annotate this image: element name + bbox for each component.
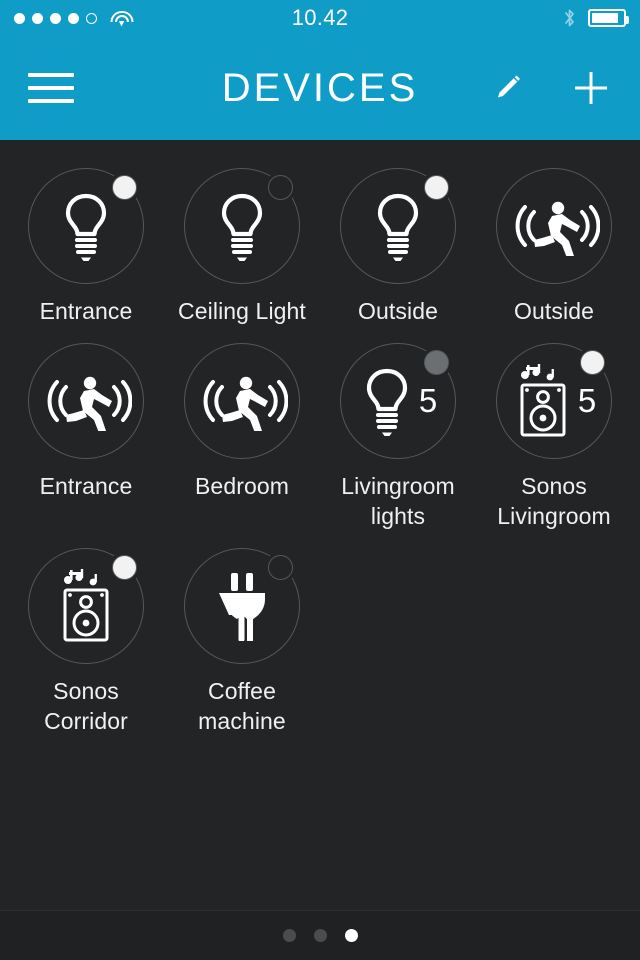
device-tile[interactable]: Outside [320, 168, 476, 327]
device-icon-wrap [58, 190, 114, 262]
device-count: 5 [418, 382, 438, 420]
device-ring[interactable] [340, 168, 456, 284]
power-plug-icon [219, 572, 265, 641]
device-label: Outside [358, 298, 438, 324]
device-tile[interactable]: Sonos Corridor [8, 547, 164, 737]
device-icon-wrap [508, 196, 600, 256]
page-dot[interactable] [313, 929, 327, 942]
device-ring[interactable]: 5 [496, 342, 612, 459]
device-tile[interactable]: Coffee machine [164, 547, 320, 737]
lightbulb-icon [65, 193, 107, 261]
lightbulb-icon [366, 368, 407, 436]
nav-actions [486, 65, 614, 111]
speaker-icon [520, 363, 566, 437]
device-label: Livingroom lights [341, 472, 455, 530]
device-ring[interactable] [496, 168, 612, 284]
status-toggle-dot[interactable] [112, 554, 137, 580]
motion-sensor-icon [203, 376, 288, 431]
device-tile[interactable]: Ceiling Light [164, 168, 320, 327]
status-bar: 10.42 [0, 0, 640, 36]
device-label: Ceiling Light [178, 298, 306, 324]
hamburger-menu-icon[interactable] [28, 73, 74, 103]
status-bar-right [563, 8, 629, 28]
device-ring[interactable] [184, 547, 300, 664]
device-label: Entrance [39, 472, 133, 499]
motion-sensor-icon [47, 376, 132, 431]
status-toggle-dot[interactable] [580, 349, 605, 375]
device-label: Outside [514, 298, 594, 324]
device-label: Coffee machine [198, 677, 286, 735]
motion-sensor-icon [515, 201, 600, 256]
device-tile[interactable]: Entrance [8, 168, 164, 327]
status-toggle-dot[interactable] [424, 175, 449, 200]
nav-bar: DEVICES [0, 36, 640, 140]
status-toggle-dot[interactable] [424, 349, 449, 375]
lightbulb-icon [377, 193, 419, 261]
page-dot[interactable] [282, 929, 296, 942]
device-tile[interactable]: Bedroom [164, 342, 320, 532]
bluetooth-icon [563, 8, 576, 28]
device-ring[interactable]: 5 [340, 342, 456, 459]
battery-icon [588, 9, 629, 27]
bottom-bar [0, 910, 640, 960]
device-icon-wrap [213, 569, 271, 643]
device-ring[interactable] [28, 547, 144, 664]
device-icon-wrap [214, 190, 270, 262]
device-tile[interactable]: 5 Livingroom lights [320, 342, 476, 532]
status-toggle-dot[interactable] [268, 554, 293, 580]
plus-icon[interactable] [568, 65, 614, 111]
device-label: Sonos Corridor [44, 677, 128, 735]
device-label: Sonos Livingroom [497, 472, 611, 530]
device-label: Bedroom [194, 472, 290, 499]
device-tile[interactable]: Outside [476, 168, 632, 327]
device-label: Entrance [39, 298, 133, 324]
device-tile[interactable]: 5 Sonos Livingroom [476, 342, 632, 532]
device-ring[interactable] [184, 168, 300, 284]
device-icon-wrap [40, 371, 132, 431]
status-toggle-dot[interactable] [268, 175, 293, 200]
app-root: 10.42 DEVICES Entrance Ceiling Light Out… [0, 0, 640, 960]
device-icon-wrap [55, 568, 117, 644]
page-dot[interactable] [344, 929, 358, 942]
device-tile[interactable]: Entrance [8, 342, 164, 532]
status-bar-clock: 10.42 [291, 5, 349, 30]
speaker-icon [63, 568, 109, 642]
device-count: 5 [577, 382, 597, 420]
device-ring[interactable] [184, 342, 300, 459]
device-icon-wrap [370, 190, 426, 262]
device-grid: Entrance Ceiling Light Outside Outside E… [0, 140, 640, 737]
device-icon-wrap: 5 [512, 363, 596, 439]
device-ring[interactable] [28, 342, 144, 459]
device-ring[interactable] [28, 168, 144, 284]
pencil-icon[interactable] [486, 68, 526, 108]
status-toggle-dot[interactable] [112, 175, 137, 200]
device-icon-wrap: 5 [359, 365, 437, 437]
lightbulb-icon [221, 193, 263, 261]
device-icon-wrap [196, 371, 288, 431]
page-indicator[interactable] [282, 929, 358, 942]
